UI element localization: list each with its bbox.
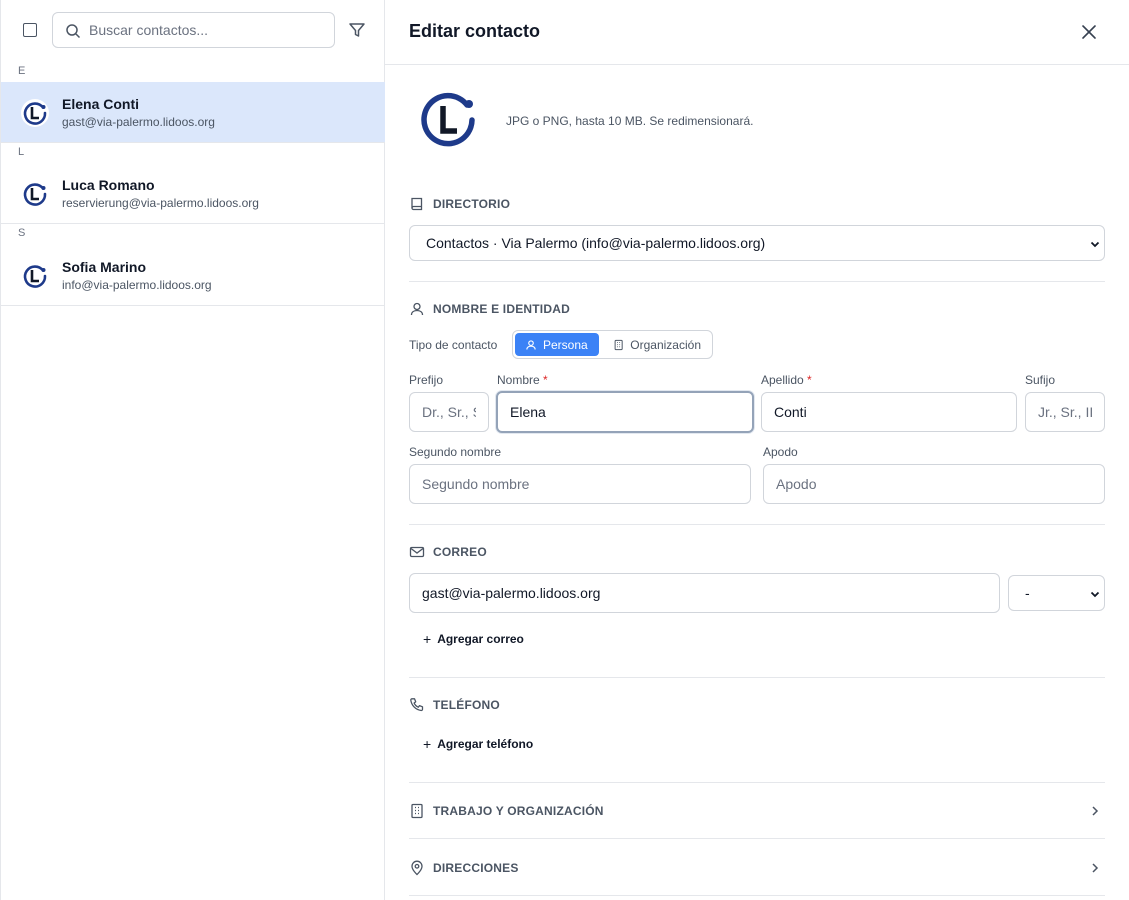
contact-name: Elena Conti — [62, 96, 140, 112]
group-letter: L — [18, 146, 25, 158]
avatar-hint: JPG o PNG, hasta 10 MB. Se redimensionar… — [506, 114, 754, 128]
search-icon — [66, 24, 81, 39]
add-phone-label: Agregar teléfono — [437, 737, 534, 751]
section-phone: TELÉFONO — [409, 697, 500, 713]
directory-select[interactable]: Contactos · Via Palermo (info@via-palerm… — [409, 225, 1105, 261]
chevron-down-icon — [1090, 591, 1100, 598]
add-email-label: Agregar correo — [437, 632, 524, 646]
add-phone-button[interactable]: + Agregar teléfono — [423, 736, 533, 752]
contact-avatar-logo-icon — [21, 99, 49, 127]
section-title-text: TRABAJO Y ORGANIZACIÓN — [433, 804, 604, 818]
group-letter: E — [18, 65, 26, 77]
section-title-text: NOMBRE E IDENTIDAD — [433, 302, 570, 316]
email-type-select[interactable]: - — [1008, 575, 1105, 611]
section-title-text: DIRECTORIO — [433, 197, 511, 211]
middle-name-input[interactable] — [409, 464, 751, 504]
search-box[interactable] — [52, 12, 335, 48]
list-toolbar — [1, 0, 385, 60]
first-name-input[interactable] — [496, 391, 754, 433]
contact-type-toggle: Persona Organización — [512, 330, 713, 359]
building-icon — [411, 803, 423, 819]
section-directory: DIRECTORIO — [409, 196, 510, 212]
plus-icon: + — [423, 631, 432, 647]
building-icon — [614, 339, 623, 350]
group-letter: S — [18, 227, 26, 239]
last-name-input[interactable] — [761, 392, 1017, 432]
suffix-label: Sufijo — [1025, 373, 1056, 387]
select-all-checkbox[interactable] — [23, 23, 37, 37]
contact-avatar-logo-icon — [21, 262, 49, 290]
chevron-right-icon — [1092, 806, 1099, 816]
user-icon — [526, 339, 536, 350]
contact-list-panel: E Elena Conti gast@via-palermo.lidoos.or… — [0, 0, 385, 900]
section-email: CORREO — [409, 544, 487, 560]
required-mark: * — [543, 373, 548, 387]
divider — [409, 524, 1105, 525]
email-type-value: - — [1025, 585, 1030, 601]
contacts-app: E Elena Conti gast@via-palermo.lidoos.or… — [0, 0, 1129, 900]
add-email-button[interactable]: + Agregar correo — [423, 631, 524, 647]
first-name-label: Nombre * — [497, 373, 548, 387]
contact-row[interactable]: Luca Romano reservierung@via-palermo.lid… — [1, 163, 385, 224]
page-title: Editar contacto — [409, 21, 541, 41]
first-name-label-text: Nombre — [497, 373, 540, 387]
chevron-right-icon — [1092, 863, 1099, 873]
user-icon — [410, 302, 424, 316]
mail-icon — [409, 546, 425, 558]
section-title-text: DIRECCIONES — [433, 861, 519, 875]
suffix-input[interactable] — [1025, 392, 1105, 432]
contact-name: Luca Romano — [62, 177, 155, 193]
divider — [409, 281, 1105, 282]
contact-avatar-logo-icon — [21, 180, 49, 208]
last-name-label: Apellido * — [761, 373, 812, 387]
required-mark: * — [807, 373, 812, 387]
avatar-upload-logo-icon[interactable] — [417, 88, 481, 152]
type-person-button[interactable]: Persona — [515, 333, 599, 356]
middle-name-label: Segundo nombre — [409, 445, 502, 459]
contact-row[interactable]: Sofia Marino info@via-palermo.lidoos.org — [1, 245, 385, 306]
divider — [409, 677, 1105, 678]
section-addresses-toggle[interactable]: DIRECCIONES — [409, 840, 1105, 896]
contact-email: reservierung@via-palermo.lidoos.org — [62, 196, 259, 210]
contact-email: info@via-palermo.lidoos.org — [62, 278, 212, 292]
contact-email: gast@via-palermo.lidoos.org — [62, 115, 215, 129]
edit-header: Editar contacto — [385, 0, 1129, 65]
map-pin-icon — [411, 860, 423, 876]
last-name-label-text: Apellido — [761, 373, 804, 387]
edit-contact-panel: Editar contacto JPG o PNG, hasta 10 MB. … — [385, 0, 1129, 900]
nickname-label: Apodo — [763, 445, 798, 459]
close-icon[interactable] — [1081, 24, 1097, 40]
contact-name: Sofia Marino — [62, 259, 147, 275]
section-work-toggle[interactable]: TRABAJO Y ORGANIZACIÓN — [409, 783, 1105, 839]
section-identity: NOMBRE E IDENTIDAD — [409, 301, 570, 317]
type-organization-label: Organización — [630, 337, 701, 352]
phone-icon — [410, 698, 424, 712]
plus-icon: + — [423, 736, 432, 752]
type-person-label: Persona — [543, 337, 588, 352]
directory-select-value: Contactos · Via Palermo (info@via-palerm… — [426, 235, 766, 251]
prefix-input[interactable] — [409, 392, 489, 432]
filter-icon[interactable] — [347, 20, 367, 40]
email-input[interactable] — [409, 573, 1000, 613]
type-organization-button[interactable]: Organización — [603, 333, 711, 356]
section-title-text: TELÉFONO — [433, 698, 500, 712]
prefix-label: Prefijo — [409, 373, 444, 387]
section-work: TRABAJO Y ORGANIZACIÓN — [409, 803, 604, 819]
nickname-input[interactable] — [763, 464, 1105, 504]
contact-row[interactable]: Elena Conti gast@via-palermo.lidoos.org — [1, 82, 385, 143]
chevron-down-icon — [1090, 241, 1100, 248]
contact-type-label: Tipo de contacto — [409, 338, 498, 352]
book-icon — [411, 197, 423, 211]
section-title-text: CORREO — [433, 545, 487, 559]
section-addresses: DIRECCIONES — [409, 860, 519, 876]
search-input[interactable] — [89, 13, 329, 47]
